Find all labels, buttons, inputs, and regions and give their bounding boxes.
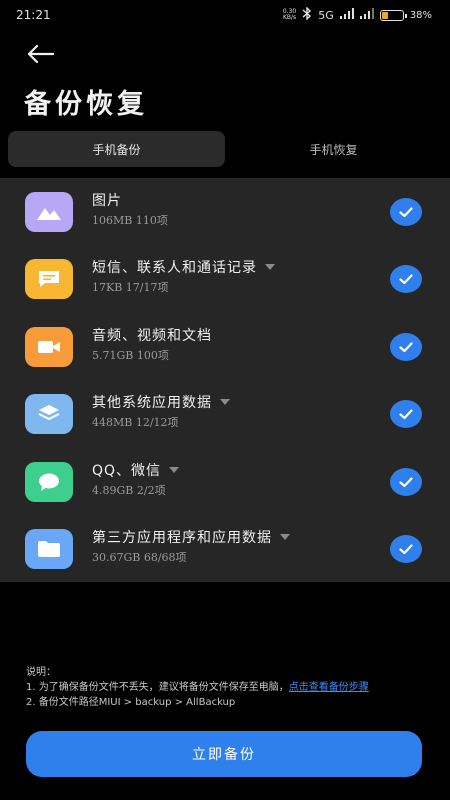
status-time: 21:21 bbox=[16, 8, 51, 22]
message-icon bbox=[25, 259, 73, 299]
item-title: 音频、视频和文档 bbox=[92, 328, 212, 344]
checkbox-checked[interactable] bbox=[390, 400, 422, 428]
checkbox-checked[interactable] bbox=[390, 535, 422, 563]
notes-line-1: 1. 为了确保备份文件不丢失，建议将备份文件保存至电脑， bbox=[26, 682, 289, 693]
checkmark-icon bbox=[399, 408, 413, 419]
checkmark-icon bbox=[399, 543, 413, 554]
checkbox-checked[interactable] bbox=[390, 468, 422, 496]
signal-icon bbox=[339, 8, 354, 22]
tab-bar: 手机备份 手机恢复 bbox=[8, 131, 442, 167]
backup-now-label: 立即备份 bbox=[192, 747, 256, 763]
page-title: 备份恢复 bbox=[24, 89, 148, 120]
tab-label: 手机备份 bbox=[92, 142, 141, 157]
battery-fill bbox=[381, 11, 389, 19]
list-item-system-app-data[interactable]: 其他系统应用数据 448MB 12/12项 bbox=[0, 380, 450, 447]
item-subtitle: 30.67GB 68/68项 bbox=[92, 551, 187, 564]
item-title: 其他系统应用数据 bbox=[92, 395, 212, 411]
tab-phone-backup[interactable]: 手机备份 bbox=[8, 131, 225, 167]
backup-now-button[interactable]: 立即备份 bbox=[26, 731, 422, 777]
notes-line-2: 2. 备份文件路径MIUI > backup > AllBackup bbox=[26, 697, 236, 708]
chevron-down-icon[interactable] bbox=[169, 467, 180, 473]
item-title: 图片 bbox=[92, 193, 122, 209]
item-subtitle: 5.71GB 100项 bbox=[92, 349, 169, 362]
checkbox-checked[interactable] bbox=[390, 198, 422, 226]
bluetooth-icon bbox=[302, 6, 312, 23]
item-title: QQ、微信 bbox=[92, 463, 162, 479]
chevron-down-icon[interactable] bbox=[280, 534, 290, 540]
item-subtitle: 106MB 110项 bbox=[92, 214, 168, 227]
video-icon bbox=[25, 327, 73, 367]
tab-phone-restore[interactable]: 手机恢复 bbox=[225, 131, 442, 167]
item-subtitle: 17KB 17/17项 bbox=[92, 281, 169, 294]
list-item-qq-wechat[interactable]: QQ、微信 4.89GB 2/2项 bbox=[0, 448, 450, 515]
item-title: 短信、联系人和通话记录 bbox=[92, 260, 257, 276]
list-item-third-party-apps[interactable]: 第三方应用程序和应用数据 30.67GB 68/68项 bbox=[0, 515, 450, 582]
back-button[interactable] bbox=[24, 42, 56, 70]
notes-heading: 说明： bbox=[26, 667, 56, 678]
checkbox-checked[interactable] bbox=[390, 265, 422, 293]
chevron-down-icon[interactable] bbox=[220, 399, 230, 405]
checkmark-icon bbox=[399, 206, 413, 217]
view-backup-steps-link[interactable]: 点击查看备份步骤 bbox=[289, 682, 369, 693]
list-item-messages-contacts[interactable]: 短信、联系人和通话记录 17KB 17/17项 bbox=[0, 245, 450, 312]
checkmark-icon bbox=[399, 273, 413, 284]
battery-icon bbox=[379, 9, 407, 21]
battery-percent: 38% bbox=[409, 9, 432, 21]
arrow-left-icon bbox=[26, 44, 55, 68]
checkmark-icon bbox=[399, 341, 413, 352]
list-item-audio-video-docs[interactable]: 音频、视频和文档 5.71GB 100项 bbox=[0, 313, 450, 380]
checkbox-checked[interactable] bbox=[390, 333, 422, 361]
network-type-label: 5G bbox=[318, 8, 334, 22]
chat-bubble-icon bbox=[25, 462, 73, 502]
status-bar: 21:21 0.30 KB/s 5G 38% bbox=[0, 0, 450, 30]
item-title: 第三方应用程序和应用数据 bbox=[92, 530, 272, 546]
item-subtitle: 4.89GB 2/2项 bbox=[92, 484, 166, 497]
chevron-down-icon[interactable] bbox=[265, 264, 275, 270]
signal-icon-2 bbox=[359, 8, 374, 22]
status-icons: 0.30 KB/s 5G 38% bbox=[282, 6, 432, 23]
network-speed: 0.30 KB/s bbox=[282, 8, 297, 21]
layers-icon bbox=[25, 394, 73, 434]
list-item-images[interactable]: 图片 106MB 110项 bbox=[0, 178, 450, 245]
tab-label: 手机恢复 bbox=[309, 142, 358, 157]
checkmark-icon bbox=[399, 476, 413, 487]
backup-notes: 说明： 1. 为了确保备份文件不丢失，建议将备份文件保存至电脑，点击查看备份步骤… bbox=[26, 665, 426, 710]
item-subtitle: 448MB 12/12项 bbox=[92, 416, 179, 429]
image-icon bbox=[25, 192, 73, 232]
folder-icon bbox=[25, 529, 73, 569]
backup-item-list: 图片 106MB 110项 短信、联系人和通话记录 17KB 17/17项 音频… bbox=[0, 178, 450, 582]
